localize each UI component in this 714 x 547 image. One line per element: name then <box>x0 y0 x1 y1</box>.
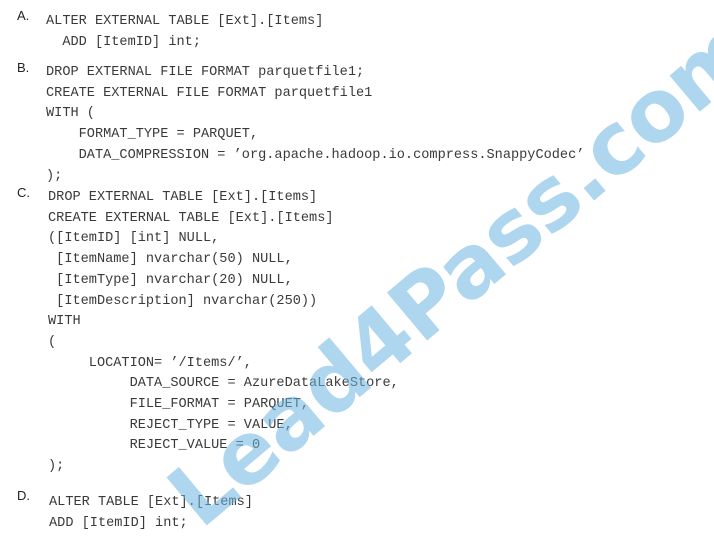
option-letter: B. <box>17 60 30 75</box>
option-code: DROP EXTERNAL FILE FORMAT parquetfile1; … <box>46 65 585 184</box>
option-code: ALTER TABLE [Ext].[Items] ADD [ItemID] i… <box>49 495 253 531</box>
option-code: ALTER EXTERNAL TABLE [Ext].[Items] ADD [… <box>46 14 324 50</box>
option-letter: A. <box>17 8 30 23</box>
option-letter: D. <box>17 488 30 503</box>
option-letter: C. <box>17 185 30 200</box>
option-code: DROP EXTERNAL TABLE [Ext].[Items] CREATE… <box>48 190 399 475</box>
